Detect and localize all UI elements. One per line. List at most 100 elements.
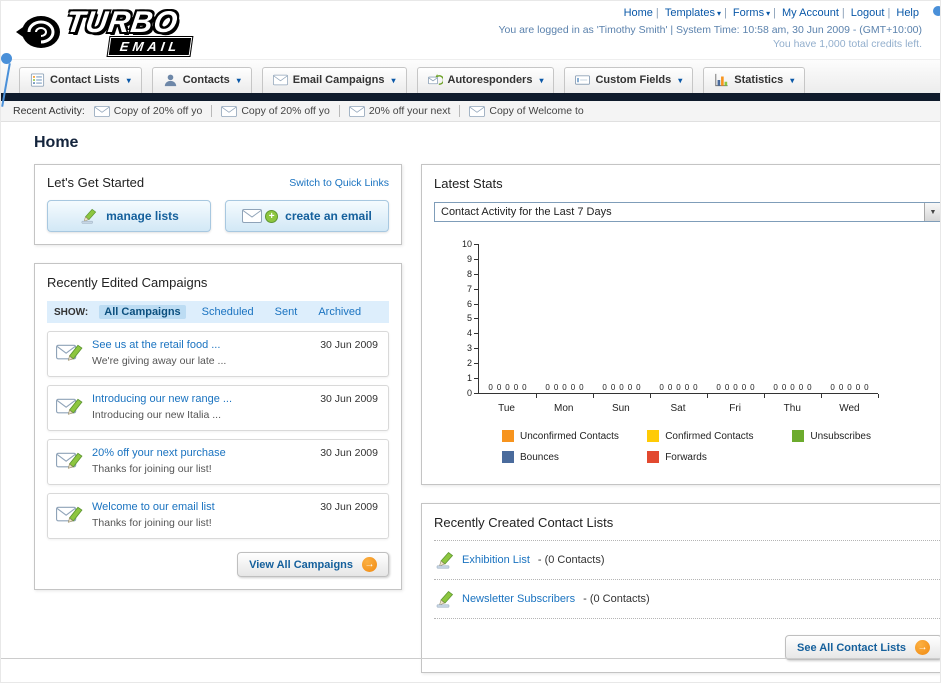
campaign-date: 30 Jun 2009 xyxy=(320,339,378,351)
legend-item: Bounces xyxy=(502,451,647,463)
campaign-title-link[interactable]: 20% off your next purchase xyxy=(92,447,226,459)
nav-label: Autoresponders xyxy=(447,74,533,86)
nav-label: Email Campaigns xyxy=(292,74,385,86)
recent-activity-item[interactable]: Copy of 20% off yo xyxy=(221,105,330,117)
nav-contact-lists[interactable]: Contact Lists xyxy=(19,67,142,93)
campaign-edit-icon xyxy=(56,449,83,470)
bar-value-label: 0 xyxy=(830,383,835,392)
link-home[interactable]: Home xyxy=(624,7,653,19)
campaigns-filter-bar: SHOW: All Campaigns Scheduled Sent Archi… xyxy=(47,301,389,323)
bar-value-label: 0 xyxy=(716,383,721,392)
create-email-button[interactable]: create an email xyxy=(225,200,389,232)
link-my-account[interactable]: My Account xyxy=(782,7,839,19)
chart-plot: 00000000000000000000000000000000000 xyxy=(478,244,879,398)
separator xyxy=(338,105,340,117)
link-templates[interactable]: Templates xyxy=(665,7,721,19)
link-logout[interactable]: Logout xyxy=(851,7,885,19)
custom-fields-icon xyxy=(575,73,590,87)
nav-autoresponders[interactable]: Autoresponders xyxy=(416,67,555,93)
x-tick-label: Tue xyxy=(498,403,515,414)
recent-activity-item[interactable]: Copy of Welcome to xyxy=(469,105,584,117)
x-tick-label: Sun xyxy=(611,403,630,414)
activity-item-label: 20% off your next xyxy=(368,105,451,117)
legend-swatch xyxy=(647,451,660,463)
plus-icon xyxy=(265,209,279,223)
contact-list-count: - (0 Contacts) xyxy=(583,593,650,605)
logo-email: EMAIL xyxy=(106,36,194,57)
chevron-down-icon xyxy=(717,9,721,18)
bar-value-label: 0 xyxy=(724,383,730,392)
bar-value-label: 0 xyxy=(676,383,681,392)
recent-activity-item[interactable]: 20% off your next xyxy=(349,105,451,117)
bar-value-label: 0 xyxy=(488,383,493,392)
chevron-down-icon xyxy=(391,76,395,85)
bar-value-label: 0 xyxy=(619,383,624,392)
bar-value-label: 0 xyxy=(522,383,527,392)
chevron-down-icon xyxy=(539,76,543,85)
email-icon xyxy=(242,208,262,224)
bar-value-label: 0 xyxy=(570,383,576,392)
chevron-down-icon xyxy=(790,76,794,85)
create-email-label: create an email xyxy=(285,209,372,223)
campaign-subtitle: Introducing our new Italia ... xyxy=(92,409,221,421)
campaign-title-link[interactable]: Introducing our new range ... xyxy=(92,393,232,405)
nav-contacts[interactable]: Contacts xyxy=(151,67,252,93)
y-tick-label: 3 xyxy=(467,344,478,353)
separator xyxy=(773,7,776,19)
nav-email-campaigns[interactable]: Email Campaigns xyxy=(261,67,407,93)
contact-list-link[interactable]: Newsletter Subscribers xyxy=(462,593,575,605)
nav-divider-bar xyxy=(1,93,940,101)
show-label: SHOW: xyxy=(54,306,89,318)
activity-item-label: Copy of 20% off yo xyxy=(113,105,203,117)
separator xyxy=(459,105,461,117)
nav-custom-fields[interactable]: Custom Fields xyxy=(564,67,694,93)
app-logo[interactable]: TURBO EMAIL xyxy=(15,5,194,59)
manage-lists-button[interactable]: manage lists xyxy=(47,200,211,232)
chart-bar-group: 00000 xyxy=(707,244,765,398)
filter-sent[interactable]: Sent xyxy=(270,305,303,319)
filter-scheduled[interactable]: Scheduled xyxy=(197,305,259,319)
campaign-title-link[interactable]: See us at the retail food ... xyxy=(92,339,226,351)
bar-value-label: 0 xyxy=(733,383,738,392)
bar-value-label: 0 xyxy=(505,383,510,392)
link-forms-label: Forms xyxy=(732,7,765,19)
campaign-title-link[interactable]: Welcome to our email list xyxy=(92,501,215,513)
chevron-down-icon xyxy=(766,9,770,18)
legend-label: Confirmed Contacts xyxy=(665,430,754,442)
email-icon xyxy=(221,106,237,117)
campaign-date: 30 Jun 2009 xyxy=(320,393,378,405)
view-all-campaigns-button[interactable]: View All Campaigns xyxy=(237,552,389,577)
chart-y-axis: 10 9 8 7 6 5 4 3 2 1 0 xyxy=(458,240,478,398)
campaign-date: 30 Jun 2009 xyxy=(320,447,378,459)
stats-period-select[interactable]: Contact Activity for the Last 7 Days xyxy=(434,202,940,222)
chart-x-axis: Tue Mon Sun Sat Fri Thu Wed xyxy=(478,403,878,414)
campaign-date: 30 Jun 2009 xyxy=(320,501,378,513)
bar-value-label: 0 xyxy=(553,383,559,392)
contact-list-link[interactable]: Exhibition List xyxy=(462,554,530,566)
campaign-subtitle: We're giving away our late ... xyxy=(92,355,227,367)
bar-value-label: 0 xyxy=(667,383,673,392)
filter-archived[interactable]: Archived xyxy=(313,305,366,319)
recent-activity-item[interactable]: Copy of 20% off yo xyxy=(94,105,203,117)
bar-value-label: 0 xyxy=(562,383,567,392)
get-started-title: Let's Get Started xyxy=(47,175,145,190)
footer-divider xyxy=(1,658,940,659)
email-icon xyxy=(469,106,485,117)
link-forms[interactable]: Forms xyxy=(733,7,770,19)
latest-stats-panel: Latest Stats Contact Activity for the La… xyxy=(421,164,940,485)
bar-value-label: 0 xyxy=(579,383,584,392)
activity-item-label: Copy of Welcome to xyxy=(489,105,584,117)
nav-statistics[interactable]: Statistics xyxy=(703,67,806,93)
link-help[interactable]: Help xyxy=(896,7,919,19)
campaign-row: 20% off your next purchase Thanks for jo… xyxy=(47,439,389,485)
x-tick-label: Wed xyxy=(839,403,860,414)
switch-quick-links-link[interactable]: Switch to Quick Links xyxy=(289,177,389,189)
legend-label: Unconfirmed Contacts xyxy=(520,430,619,442)
separator xyxy=(656,7,659,19)
email-icon xyxy=(349,106,365,117)
bar-value-label: 0 xyxy=(807,383,812,392)
filter-all-campaigns[interactable]: All Campaigns xyxy=(99,305,186,319)
bar-value-label: 0 xyxy=(790,383,795,392)
see-all-contact-lists-button[interactable]: See All Contact Lists xyxy=(784,635,940,660)
chart-bar-group: 00000 xyxy=(479,244,537,398)
